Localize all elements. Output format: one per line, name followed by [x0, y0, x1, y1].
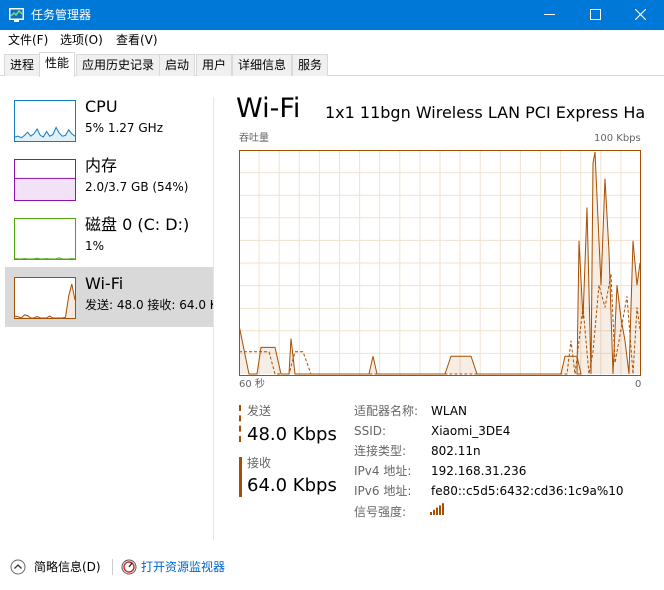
tab-performance[interactable]: 性能 — [39, 52, 76, 77]
menu-bar: 文件(F) 选项(O) 查看(V) — [0, 30, 664, 51]
fewer-details-button[interactable]: 简略信息(D) — [34, 559, 101, 575]
time-axis-start: 60 秒 — [239, 379, 265, 390]
sidebar-item-cpu[interactable]: CPU 5% 1.27 GHz — [5, 90, 213, 150]
tab-users[interactable]: 用户 — [196, 54, 233, 76]
close-icon — [635, 9, 646, 20]
sidebar-item-value: 2.0/3.7 GB (54%) — [85, 180, 189, 194]
footer: 简略信息(D) 打开资源监视器 — [0, 548, 664, 590]
sidebar-item-value: 1% — [85, 239, 105, 253]
menu-options[interactable]: 选项(O) — [60, 33, 103, 48]
prop-value-ipv6: fe80::c5d5:6432:cd36:1c9a%10 — [431, 484, 624, 498]
menu-view[interactable]: 查看(V) — [116, 33, 158, 48]
prop-label-signal: 信号强度: — [354, 505, 407, 519]
time-axis-end: 0 — [635, 379, 642, 390]
tab-strip: 进程 性能 应用历史记录 启动 用户 详细信息 服务 — [0, 51, 664, 77]
sidebar-item-wifi[interactable]: Wi-Fi 发送: 48.0 接收: 64.0 Kbps — [5, 267, 213, 327]
sidebar-item-label: Wi-Fi — [85, 274, 124, 293]
signal-bar — [442, 503, 444, 515]
thumbnail-area — [15, 178, 75, 200]
sidebar-item-memory[interactable]: 内存 2.0/3.7 GB (54%) — [5, 149, 213, 209]
signal-bar — [436, 507, 438, 515]
maximize-icon — [590, 9, 601, 20]
chevron-up-icon[interactable] — [10, 559, 26, 575]
signal-bar — [430, 512, 432, 515]
tab-startup[interactable]: 启动 — [159, 54, 196, 76]
sidebar-item-label: 磁盘 0 (C: D:) — [85, 215, 190, 234]
receive-indicator — [239, 457, 242, 497]
minimize-icon — [544, 14, 555, 15]
resource-list: CPU 5% 1.27 GHz 内存 2.0/3.7 GB (54%) 磁盘 0… — [0, 77, 213, 541]
signal-strength-icon — [430, 503, 444, 515]
page-title: Wi-Fi — [236, 93, 301, 124]
title-bar: 任务管理器 — [0, 0, 664, 30]
adapter-name: 1x1 11bgn Wireless LAN PCI Express Half … — [325, 103, 645, 122]
throughput-max-label: 100 Kbps — [594, 133, 641, 144]
memory-thumbnail-graph — [14, 159, 76, 201]
signal-bar — [439, 505, 441, 515]
minimize-button[interactable] — [527, 0, 573, 30]
open-resource-monitor-link[interactable]: 打开资源监视器 — [141, 559, 225, 575]
throughput-label: 吞吐量 — [239, 133, 269, 144]
cpu-thumbnail-graph — [14, 100, 76, 142]
prop-label-adapter: 适配器名称: — [354, 404, 419, 418]
sidebar-item-label: 内存 — [85, 156, 118, 175]
panel-splitter[interactable] — [213, 97, 214, 540]
tab-processes[interactable]: 进程 — [4, 54, 41, 76]
footer-divider — [112, 559, 113, 575]
prop-label-connection-type: 连接类型: — [354, 444, 407, 458]
prop-label-ipv6: IPv6 地址: — [354, 484, 412, 498]
task-manager-icon — [9, 8, 24, 22]
menu-file[interactable]: 文件(F) — [8, 33, 48, 48]
sidebar-item-value: 5% 1.27 GHz — [85, 121, 164, 135]
disk-thumbnail-graph — [14, 218, 76, 260]
window-title: 任务管理器 — [31, 8, 92, 22]
receive-value: 64.0 Kbps — [247, 475, 337, 496]
sidebar-item-disk[interactable]: 磁盘 0 (C: D:) 1% — [5, 208, 213, 268]
sidebar-item-label: CPU — [85, 97, 118, 116]
prop-value-ssid: Xiaomi_3DE4 — [431, 424, 511, 438]
prop-value-ipv4: 192.168.31.236 — [431, 464, 527, 478]
send-value: 48.0 Kbps — [247, 424, 337, 445]
prop-value-adapter: WLAN — [431, 404, 468, 418]
maximize-button[interactable] — [573, 0, 619, 30]
thumbnail-frame — [14, 218, 76, 260]
send-indicator — [239, 405, 242, 442]
tab-details[interactable]: 详细信息 — [232, 54, 293, 76]
tab-app-history[interactable]: 应用历史记录 — [76, 54, 161, 76]
prop-value-connection-type: 802.11n — [431, 444, 481, 458]
throughput-graph — [239, 150, 641, 376]
wifi-thumbnail-graph — [14, 277, 76, 319]
close-button[interactable] — [618, 0, 664, 30]
sidebar-item-value: 发送: 48.0 接收: 64.0 Kbps — [85, 298, 213, 312]
send-label: 发送 — [247, 404, 272, 418]
receive-label: 接收 — [247, 456, 272, 470]
signal-bar — [433, 509, 435, 515]
tab-services[interactable]: 服务 — [292, 54, 329, 76]
prop-label-ipv4: IPv4 地址: — [354, 464, 412, 478]
prop-label-ssid: SSID: — [354, 424, 387, 438]
resource-monitor-icon[interactable] — [121, 559, 137, 575]
